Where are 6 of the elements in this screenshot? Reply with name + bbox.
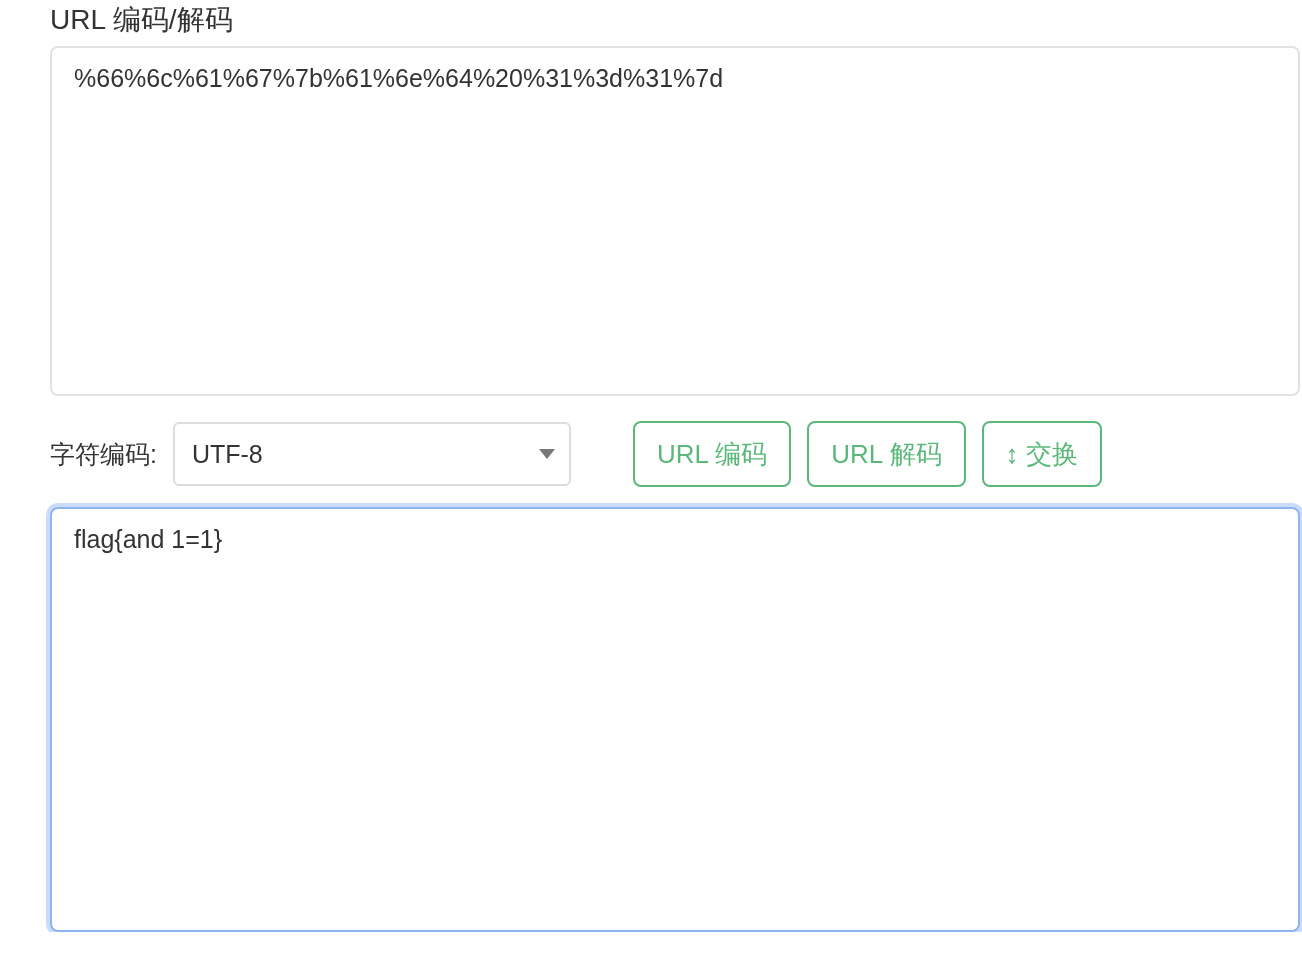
input-field[interactable]: %66%6c%61%67%7b%61%6e%64%20%31%3d%31%7d (50, 46, 1300, 396)
page-title: URL 编码/解码 (50, 3, 234, 37)
charset-label: 字符编码: (50, 438, 157, 470)
output-field[interactable]: flag{and 1=1} (50, 507, 1300, 932)
charset-select[interactable]: UTF-8 (172, 422, 571, 486)
caret-icon (538, 449, 555, 459)
